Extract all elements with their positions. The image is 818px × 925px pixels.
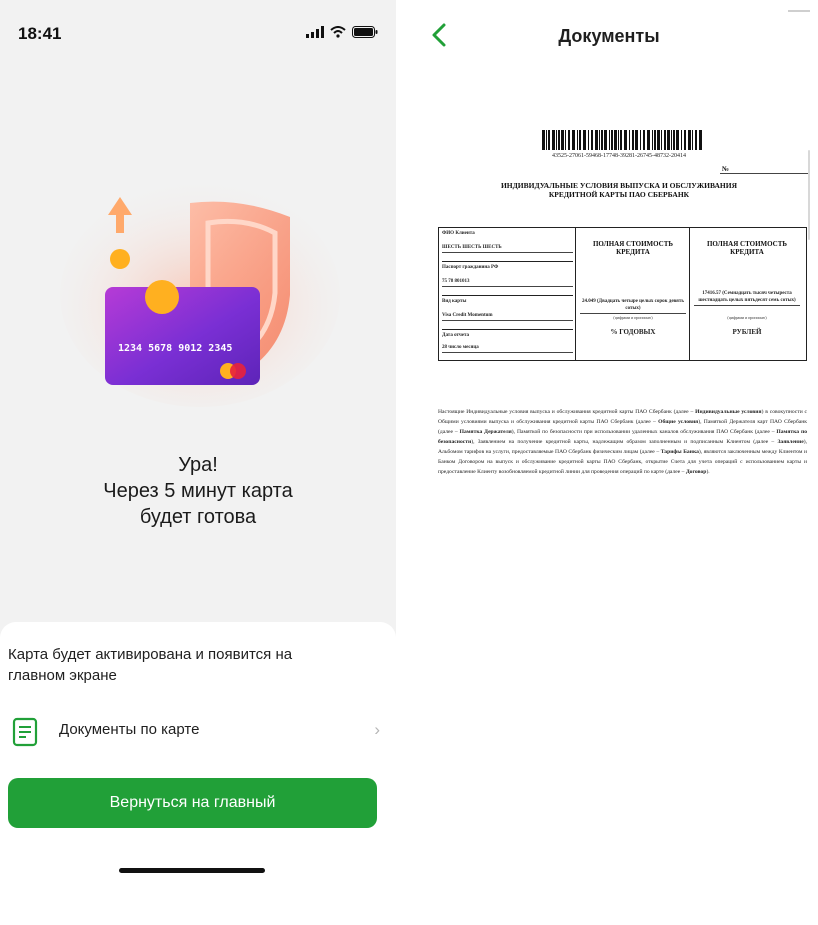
document-title-line-1: ИНДИВИДУАЛЬНЫЕ УСЛОВИЯ ВЫПУСКА И ОБСЛУЖИ… — [500, 181, 738, 190]
field-passport: Паспорт гражданина РФ 75 78 801013 — [442, 262, 573, 296]
card-documents-row[interactable]: Документы по карте › — [0, 710, 396, 750]
headline-line-2: Через 5 минут карта — [103, 480, 293, 502]
field-value: ШЕСТЬ ШЕСТЬ ШЕСТЬ — [442, 244, 573, 253]
headline-line-1: Ура! — [178, 454, 218, 476]
document-icon — [12, 717, 38, 747]
body-term: Индивидуальные условия — [695, 409, 762, 415]
document-body-text: Настоящие Индивидуальные условия выпуска… — [438, 407, 807, 477]
scrollbar[interactable] — [808, 150, 810, 240]
success-headline: Ура! Через 5 минут карта будет готова — [0, 452, 396, 530]
document-preview[interactable]: 43525-27061-59468-17748-39281-26745-4873… — [430, 115, 808, 535]
field-value: 28 число месяца — [442, 344, 573, 353]
field-report-date: Дата отчета 28 число месяца — [442, 330, 573, 360]
field-key: Дата отчета — [442, 333, 470, 338]
field-card-type: Вид карты Visa Credit Momentum — [442, 296, 573, 330]
body-term: Заявление — [777, 439, 804, 445]
field-value: Visa Credit Momentum — [442, 312, 573, 321]
field-key: Вид карты — [442, 299, 467, 304]
field-key: ФИО Клиента — [442, 231, 475, 236]
chevron-right-icon: › — [374, 720, 380, 739]
card-number: 1234 5678 9012 2345 — [118, 343, 232, 354]
card-documents-label: Документы по карте — [59, 721, 200, 738]
home-indicator — [119, 868, 265, 873]
document-title: ИНДИВИДУАЛЬНЫЕ УСЛОВИЯ ВЫПУСКА И ОБСЛУЖИ… — [460, 181, 778, 199]
body-term: Общие условия — [658, 419, 699, 425]
success-screen: 18:41 1234 5678 9012 2345 Ура! Через 5 м… — [0, 0, 396, 882]
barcode-icon — [542, 130, 702, 150]
status-time: 18:41 — [18, 24, 62, 43]
body-term: Тарифы Банка — [660, 449, 699, 455]
bottom-sheet: Карта будет активирована и появится на г… — [0, 622, 396, 882]
body-text: ). — [706, 469, 710, 475]
cost-percent-header: ПОЛНАЯ СТОИМОСТЬ КРЕДИТА — [592, 240, 674, 256]
field-client-name: ФИО Клиента ШЕСТЬ ШЕСТЬ ШЕСТЬ — [442, 228, 573, 262]
cost-percent-note: (цифрами и прописью) — [613, 315, 653, 320]
activation-text: Карта будет активирована и появится на г… — [8, 646, 293, 684]
status-icons — [306, 26, 378, 38]
body-term: Памятка Держателя — [459, 429, 512, 435]
battery-icon — [352, 26, 378, 38]
field-value: 75 78 801013 — [442, 278, 573, 287]
headline-line-3: будет готова — [139, 506, 257, 528]
field-key: Паспорт гражданина РФ — [442, 265, 499, 270]
status-bar: 18:41 — [0, 0, 396, 60]
body-term: Договор — [685, 469, 707, 475]
divider — [788, 10, 810, 12]
signal-icon — [306, 26, 324, 38]
cost-rub-unit: РУБЛЕЙ — [732, 328, 762, 336]
document-number: № — [720, 165, 808, 174]
card-success-illustration: 1234 5678 9012 2345 — [60, 183, 340, 407]
body-text: ), Заявлением на получение кредитной кар… — [471, 439, 778, 445]
cost-percent-column: ПОЛНАЯ СТОИМОСТЬ КРЕДИТА 24.049 (Двадцат… — [576, 228, 690, 360]
cost-rub-column: ПОЛНАЯ СТОИМОСТЬ КРЕДИТА 17416.57 (Семна… — [690, 228, 806, 360]
wifi-icon — [330, 26, 346, 38]
document-title-line-2: КРЕДИТНОЙ КАРТЫ ПАО СБЕРБАНК — [548, 190, 690, 199]
client-info-column: ФИО Клиента ШЕСТЬ ШЕСТЬ ШЕСТЬ Паспорт гр… — [439, 228, 576, 360]
page-title: Документы — [558, 26, 660, 46]
credit-terms-table: ФИО Клиента ШЕСТЬ ШЕСТЬ ШЕСТЬ Паспорт гр… — [438, 227, 807, 361]
cost-percent-amount: 24.049 (Двадцать четыре целых сорок девя… — [580, 298, 686, 314]
cost-rub-amount: 17416.57 (Семнадцать тысяч четыреста шес… — [694, 290, 800, 306]
cost-rub-header: ПОЛНАЯ СТОИМОСТЬ КРЕДИТА — [706, 240, 788, 256]
documents-screen: Документы 43525-27061-59468-17748-39281-… — [400, 0, 818, 882]
cost-percent-unit: % ГОДОВЫХ — [610, 328, 656, 336]
cost-rub-note: (цифрами и прописью) — [727, 315, 767, 320]
barcode-number: 43525-27061-59468-17748-39281-26745-4873… — [552, 153, 686, 159]
body-text: Настоящие Индивидуальные условия выпуска… — [438, 409, 696, 415]
body-text: ), Памяткой по безопасности при использо… — [511, 429, 777, 435]
back-to-main-button[interactable]: Вернуться на главный — [8, 778, 377, 828]
